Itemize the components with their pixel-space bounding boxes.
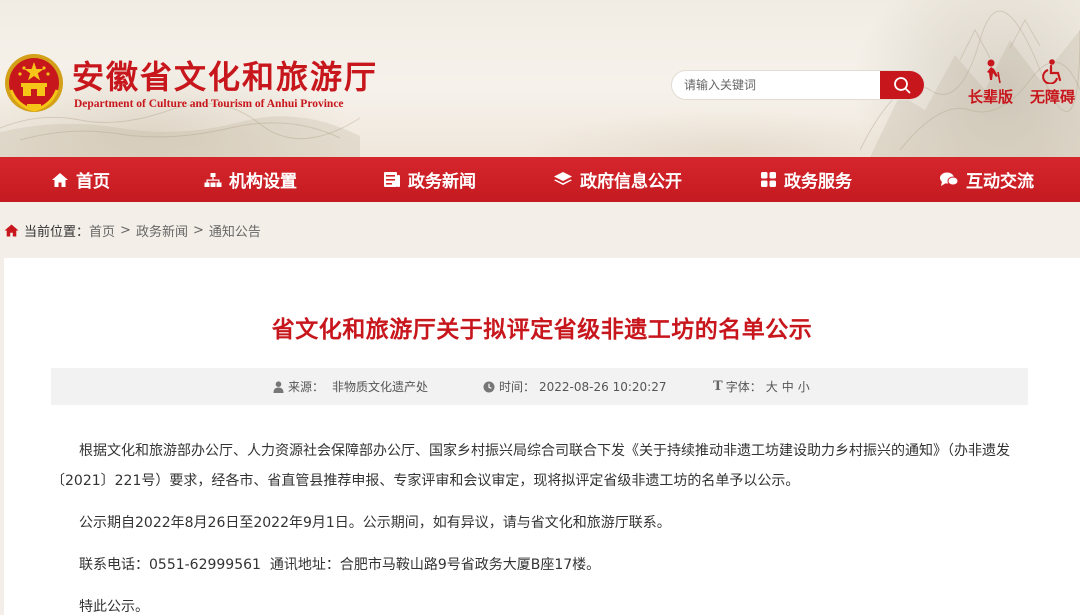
home-icon (52, 172, 68, 187)
meta-source: 来源： 非物质文化遗产处 (273, 378, 428, 395)
breadcrumb-home[interactable]: 首页 (89, 221, 115, 240)
nav-item-org[interactable]: 机构设置 (204, 157, 297, 202)
article-meta-bar: 来源： 非物质文化遗产处 时间： 2022-08-26 10:20:27 T 字… (51, 368, 1028, 405)
time-value: 2022-08-26 10:20:27 (539, 379, 667, 394)
nav-item-label: 政务新闻 (408, 172, 476, 192)
breadcrumb: 当前位置： 首页 > 政务新闻 > 通知公告 (4, 220, 261, 240)
article-paragraph: 联系电话：0551-62999561 通讯地址：合肥市马鞍山路9号省政务大厦B座… (79, 557, 601, 573)
article-card: 省文化和旅游厅关于拟评定省级非遗工坊的名单公示 来源： 非物质文化遗产处 时间：… (4, 258, 1080, 615)
article-title: 省文化和旅游厅关于拟评定省级非遗工坊的名单公示 (271, 317, 813, 343)
wheelchair-icon (1041, 59, 1061, 84)
site-subtitle: Department of Culture and Tourism of Anh… (74, 98, 344, 110)
font-size-large[interactable]: 大 (766, 378, 778, 395)
site-title[interactable]: 安徽省文化和旅游厅 (72, 52, 378, 98)
breadcrumb-notices[interactable]: 通知公告 (209, 221, 261, 240)
org-chart-icon (204, 172, 222, 187)
nav-item-label: 机构设置 (229, 172, 297, 192)
breadcrumb-news[interactable]: 政务新闻 (136, 221, 188, 240)
home-icon (4, 224, 19, 236)
meta-font-size: T 字体： 大 中 小 (713, 378, 810, 395)
font-size-small[interactable]: 小 (798, 378, 810, 395)
national-emblem-icon (5, 54, 63, 112)
source-label: 来源： (288, 380, 325, 394)
breadcrumb-separator: > (120, 222, 131, 238)
accessibility-button[interactable]: 无障碍 (1030, 58, 1075, 107)
breadcrumb-label: 当前位置： (24, 224, 90, 240)
article-paragraph: 根据文化和旅游部办公厅、人力资源社会保障部办公厅、国家乡村振兴局综合司联合下发《… (51, 443, 1010, 489)
elder-mode-button[interactable]: 长辈版 (968, 58, 1013, 107)
clock-icon (483, 381, 495, 392)
nav-item-news[interactable]: 政务新闻 (383, 157, 476, 202)
nav-item-label: 首页 (76, 172, 110, 192)
elder-icon (986, 59, 1001, 84)
chat-icon (940, 172, 959, 186)
article-body: 根据文化和旅游部办公厅、人力资源社会保障部办公厅、国家乡村振兴局综合司联合下发《… (51, 436, 1031, 615)
user-icon (273, 380, 284, 393)
main-nav: 首页 机构设置 政务新闻 政府信息公开 政务服务 互动交流 (0, 157, 1080, 202)
search-button[interactable] (880, 71, 924, 99)
nav-item-interaction[interactable]: 互动交流 (939, 157, 1034, 202)
source-value: 非物质文化遗产处 (332, 380, 429, 394)
nav-item-label: 政务服务 (784, 172, 852, 192)
nav-item-gov-info[interactable]: 政府信息公开 (553, 157, 682, 202)
meta-time: 时间： 2022-08-26 10:20:27 (483, 378, 666, 395)
accessibility-label: 无障碍 (1030, 88, 1076, 106)
time-label: 时间： (499, 380, 536, 394)
article-paragraph: 特此公示。 (79, 599, 149, 615)
breadcrumb-separator: > (192, 222, 204, 238)
search-input[interactable] (672, 71, 880, 99)
nav-item-home[interactable]: 首页 (51, 157, 110, 202)
search-bar (671, 70, 925, 100)
search-icon (894, 77, 911, 94)
layers-icon (554, 172, 572, 185)
grid-icon (761, 172, 776, 187)
font-size-label: 字体： (725, 380, 762, 394)
elder-mode-label: 长辈版 (968, 88, 1014, 106)
font-size-medium[interactable]: 中 (782, 378, 794, 395)
article-paragraph: 公示期自2022年8月26日至2022年9月1日。公示期间，如有异议，请与省文化… (79, 515, 671, 531)
nav-item-label: 政府信息公开 (580, 172, 682, 192)
nav-item-services[interactable]: 政务服务 (760, 157, 852, 202)
news-icon (384, 172, 400, 187)
nav-item-label: 互动交流 (966, 172, 1034, 192)
site-header: 安徽省文化和旅游厅 Department of Culture and Tour… (0, 0, 1080, 157)
font-size-icon: T (713, 379, 723, 394)
